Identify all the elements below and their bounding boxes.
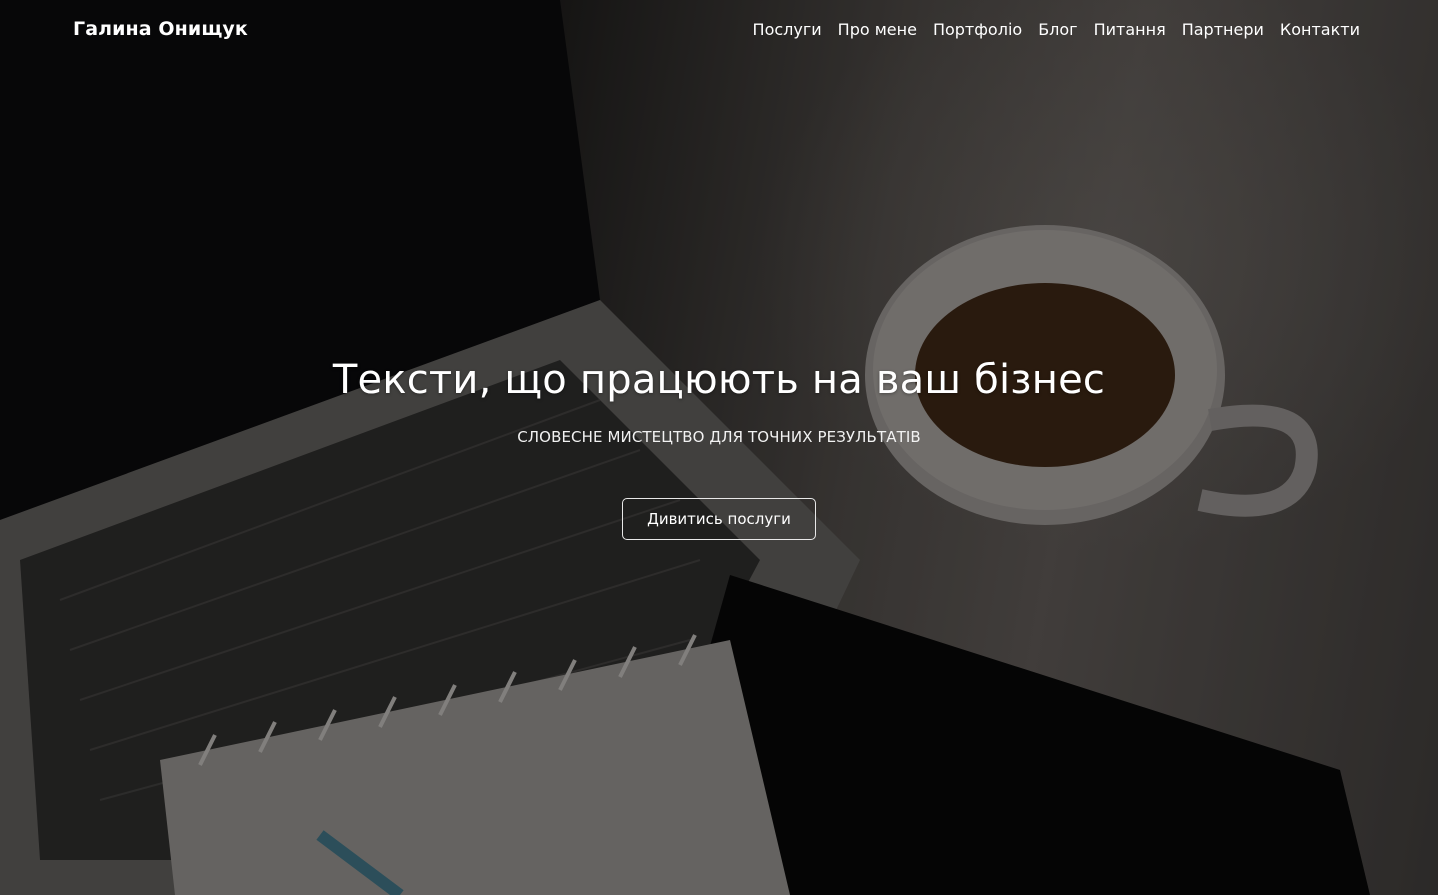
hero-title: Тексти, що працюють на ваш бізнес [332, 357, 1106, 403]
nav-link-blog[interactable]: Блог [1030, 20, 1085, 39]
hero-subtitle: СЛОВЕСНЕ МИСТЕЦТВО ДЛЯ ТОЧНИХ РЕЗУЛЬТАТІ… [517, 428, 921, 446]
hero-content: Тексти, що працюють на ваш бізнес СЛОВЕС… [0, 352, 1438, 540]
brand-logo[interactable]: Галина Онищук [73, 18, 248, 40]
nav-link-about[interactable]: Про мене [830, 20, 925, 39]
nav-link-partners[interactable]: Партнери [1174, 20, 1272, 39]
view-services-button[interactable]: Дивитись послуги [622, 498, 816, 540]
hero-section: Галина Онищук Послуги Про мене Портфоліо… [0, 0, 1438, 895]
nav-link-contacts[interactable]: Контакти [1272, 20, 1360, 39]
nav-link-portfolio[interactable]: Портфоліо [925, 20, 1030, 39]
nav-links: Послуги Про мене Портфоліо Блог Питання … [745, 20, 1360, 39]
nav-link-services[interactable]: Послуги [745, 20, 830, 39]
nav-link-faq[interactable]: Питання [1086, 20, 1174, 39]
navbar: Галина Онищук Послуги Про мене Портфоліо… [0, 0, 1438, 58]
